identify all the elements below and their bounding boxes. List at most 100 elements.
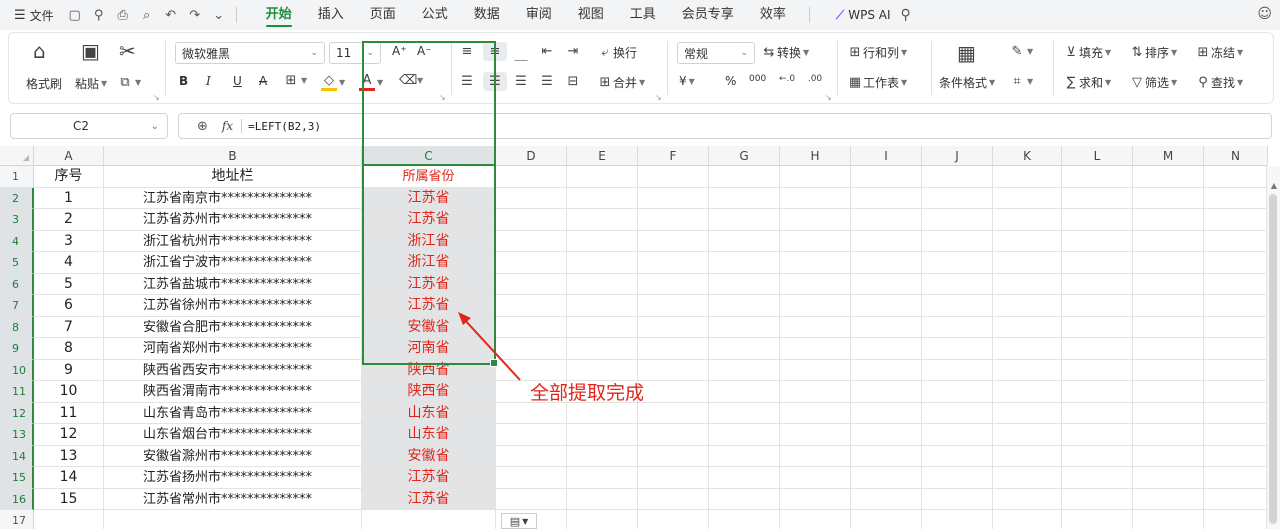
seq-cell[interactable]: 10	[34, 381, 104, 403]
grid-cell[interactable]	[567, 166, 638, 188]
grid-cell[interactable]	[638, 209, 709, 231]
grid-cell[interactable]	[780, 209, 851, 231]
grid-cell[interactable]	[1204, 166, 1268, 188]
header-cell-address[interactable]: 地址栏	[104, 166, 362, 188]
row-header[interactable]: 4	[0, 230, 34, 252]
seq-cell[interactable]: 7	[34, 316, 104, 338]
grid-cell[interactable]	[567, 273, 638, 295]
indent-decrease-button[interactable]: ⇤	[539, 44, 555, 59]
grid-cell[interactable]	[567, 230, 638, 252]
paste-icon[interactable]: ▣	[81, 39, 100, 63]
font-color-button[interactable]: A ▼	[359, 73, 383, 91]
row-header[interactable]: 14	[0, 445, 34, 467]
grid-cell[interactable]	[993, 488, 1062, 510]
row-header[interactable]: 13	[0, 424, 34, 446]
grid-cell[interactable]	[1133, 187, 1204, 209]
grid-cell[interactable]	[1062, 467, 1133, 489]
grid-cell[interactable]	[1062, 187, 1133, 209]
grid-cell[interactable]	[922, 252, 993, 274]
address-cell[interactable]: 陕西省西安市**************	[104, 359, 362, 381]
grid-cell[interactable]	[1062, 488, 1133, 510]
fill-button[interactable]: ⊻ 填充 ▼	[1063, 44, 1111, 61]
seq-cell[interactable]: 9	[34, 359, 104, 381]
find-button[interactable]: ⚲ 查找 ▼	[1195, 74, 1243, 91]
grid-cell[interactable]	[780, 252, 851, 274]
province-cell[interactable]: 河南省	[362, 338, 496, 360]
grid-cell[interactable]	[1133, 209, 1204, 231]
conditional-format-icon[interactable]: ▦	[957, 41, 976, 65]
wps-ai-button[interactable]: ⟋ WPS AI	[836, 8, 891, 23]
grid-cell[interactable]	[922, 316, 993, 338]
grid-cell[interactable]	[1062, 230, 1133, 252]
grid-cell[interactable]	[1204, 424, 1268, 446]
dialog-launcher-icon[interactable]: ↘	[153, 93, 160, 102]
grid-cell[interactable]	[1133, 359, 1204, 381]
format-painter-icon[interactable]: ⌂	[33, 39, 46, 63]
grid-cell[interactable]	[1133, 338, 1204, 360]
format-painter-button[interactable]: 格式刷	[26, 75, 62, 92]
grid-cell[interactable]	[1204, 230, 1268, 252]
grid-cell[interactable]	[780, 166, 851, 188]
grid-cell[interactable]	[567, 338, 638, 360]
cut-icon[interactable]: ✂	[119, 39, 136, 63]
dialog-launcher-icon[interactable]: ↘	[655, 93, 662, 102]
seq-cell[interactable]: 2	[34, 209, 104, 231]
row-header[interactable]: 8	[0, 316, 34, 338]
row-header[interactable]: 3	[0, 209, 34, 231]
province-cell[interactable]: 江苏省	[362, 209, 496, 231]
grid-cell[interactable]	[780, 488, 851, 510]
address-cell[interactable]: 陕西省渭南市**************	[104, 381, 362, 403]
font-size-select[interactable]: 11 ⌄	[329, 42, 381, 64]
grid-cell[interactable]	[922, 166, 993, 188]
grid-cell[interactable]	[567, 295, 638, 317]
seq-cell[interactable]: 3	[34, 230, 104, 252]
grid-cell[interactable]	[567, 187, 638, 209]
grid-cell[interactable]	[567, 316, 638, 338]
address-cell[interactable]: 江苏省扬州市**************	[104, 467, 362, 489]
address-cell[interactable]: 安徽省滁州市**************	[104, 445, 362, 467]
grid-cell[interactable]	[851, 166, 922, 188]
align-bottom-button[interactable]: ＿	[513, 44, 529, 63]
column-header-i[interactable]: I	[851, 146, 922, 166]
dialog-launcher-icon[interactable]: ↘	[825, 93, 832, 102]
font-name-select[interactable]: 微软雅黑 ⌄	[175, 42, 325, 64]
grid-cell[interactable]	[709, 316, 780, 338]
chat-icon[interactable]: ☺	[1257, 6, 1272, 22]
seq-cell[interactable]: 1	[34, 187, 104, 209]
strikethrough-button[interactable]: A	[259, 74, 267, 88]
align-middle-button[interactable]: ≡	[483, 42, 507, 61]
grid-cell[interactable]	[1204, 359, 1268, 381]
grid-cell[interactable]	[496, 295, 567, 317]
grid-cell[interactable]	[851, 295, 922, 317]
grid-cell[interactable]	[851, 209, 922, 231]
grid-cell[interactable]	[1133, 402, 1204, 424]
province-cell[interactable]: 山东省	[362, 402, 496, 424]
grid-cell[interactable]	[993, 467, 1062, 489]
paste-options-button[interactable]: ▤ ▼	[501, 513, 537, 529]
grid-cell[interactable]	[922, 359, 993, 381]
seq-cell[interactable]: 13	[34, 445, 104, 467]
grid-cell[interactable]	[709, 230, 780, 252]
row-header[interactable]: 1	[0, 166, 34, 188]
grid-cell[interactable]	[922, 187, 993, 209]
row-header[interactable]: 17	[0, 510, 34, 529]
grid-cell[interactable]	[496, 187, 567, 209]
align-top-button[interactable]: ≡	[459, 44, 475, 59]
grid-cell[interactable]	[496, 467, 567, 489]
spreadsheet-grid[interactable]: A B C D E F G H I J K L M N 1 序号 地址栏 所属省份 2 1 江苏省南京市********…	[0, 146, 1280, 529]
province-cell[interactable]: 安徽省	[362, 316, 496, 338]
grid-cell[interactable]	[993, 338, 1062, 360]
align-right-button[interactable]: ☰	[513, 74, 529, 89]
grid-cell[interactable]	[567, 488, 638, 510]
grid-cell[interactable]	[709, 381, 780, 403]
grid-cell[interactable]	[1204, 338, 1268, 360]
row-header[interactable]: 2	[0, 187, 34, 209]
more-chevron-icon[interactable]: ⌄	[212, 8, 226, 23]
tab-insert[interactable]: 插入	[305, 0, 357, 30]
grid-cell[interactable]	[1133, 166, 1204, 188]
grid-cell[interactable]	[567, 402, 638, 424]
grid-cell[interactable]	[638, 488, 709, 510]
scroll-thumb[interactable]	[1269, 194, 1277, 524]
grid-cell[interactable]	[496, 166, 567, 188]
grid-cell[interactable]	[780, 402, 851, 424]
